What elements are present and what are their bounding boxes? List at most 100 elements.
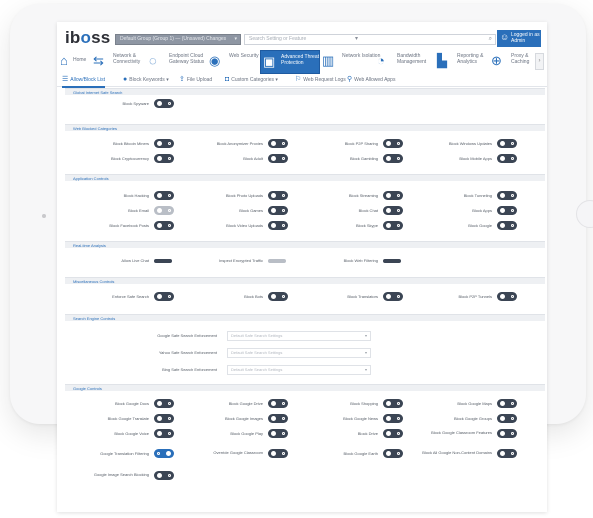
search-scope-dropdown[interactable]: ▾ <box>355 35 358 44</box>
setting-label: Block Google Earth <box>343 451 378 456</box>
toggle-switch[interactable] <box>383 221 403 230</box>
toggle-switch[interactable] <box>497 154 517 163</box>
setting-label: Block Tunneling <box>463 193 492 198</box>
safe-search-select[interactable]: Default Safe Search Settings ▾ <box>227 331 371 341</box>
select-placeholder: Default Safe Search Settings <box>231 367 283 372</box>
search-placeholder: Search Setting or Feature <box>249 36 307 42</box>
toggle-switch[interactable] <box>497 449 517 458</box>
toggle-switch[interactable] <box>383 154 403 163</box>
setting-label: Block Skype <box>355 223 378 228</box>
toggle-switch[interactable] <box>268 399 288 408</box>
setting-label: Block Chat <box>358 208 378 213</box>
toggle-switch[interactable] <box>497 399 517 408</box>
module-home[interactable]: ⌂ Home <box>60 50 88 72</box>
app-icon: ⚲ <box>347 76 353 83</box>
search-input[interactable]: Search Setting or Feature ▾ ⌕ <box>244 34 496 45</box>
tab-label: Custom Categories ▾ <box>231 77 278 83</box>
setting-label: Block Shopping <box>350 401 378 406</box>
module-scroll-button[interactable]: › <box>535 53 544 70</box>
module-proxy[interactable]: ⊕ Proxy & Caching <box>491 50 533 72</box>
toggle-switch[interactable] <box>383 191 403 200</box>
toggle-switch[interactable] <box>268 449 288 458</box>
tab-label: File Upload <box>186 77 213 83</box>
setting-label: Block Google Maps <box>457 401 492 406</box>
toggle-switch[interactable] <box>383 449 403 458</box>
toggle-switch[interactable] <box>154 221 174 230</box>
tab-allow-block-list[interactable]: ☰ Allow/Block List <box>62 76 106 88</box>
setting-label: Block Google Classroom Features <box>431 430 492 435</box>
setting-label: Google Translation Filtering <box>100 451 149 456</box>
chevron-down-icon: ▾ <box>364 367 367 372</box>
tab-web-request-logs[interactable]: ⚐ Web Request Logs <box>295 76 346 86</box>
toggle-switch[interactable] <box>268 221 288 230</box>
toggle-switch[interactable] <box>268 292 288 301</box>
toggle-switch[interactable] <box>268 191 288 200</box>
safe-search-select[interactable]: Default Safe Search Settings ▾ <box>227 365 371 375</box>
toggle-switch[interactable] <box>154 99 174 108</box>
tab-custom-categories[interactable]: ◘ Custom Categories ▾ <box>225 76 278 86</box>
toggle-switch[interactable] <box>497 292 517 301</box>
setting-label: Block Windows Updates <box>448 141 492 146</box>
toggle-switch[interactable] <box>268 154 288 163</box>
setting-label: Block Video Uploads <box>226 223 263 228</box>
toggle-switch[interactable] <box>497 414 517 423</box>
slider-toggle[interactable] <box>383 259 401 263</box>
setting-label: Block Google Play <box>230 431 263 436</box>
toggle-switch[interactable] <box>268 414 288 423</box>
setting-label: Block All Google Non-Content Domains <box>422 450 492 455</box>
setting-label: Block Spyware <box>122 101 149 106</box>
setting-label: Block Google Translate <box>107 416 149 421</box>
toggle-switch[interactable] <box>268 206 288 215</box>
upload-icon: ⇪ <box>179 76 185 83</box>
setting-label: Block Google Drive <box>228 401 263 406</box>
tab-web-allowed-apps[interactable]: ⚲ Web Allowed Apps <box>347 76 395 86</box>
toggle-switch[interactable] <box>154 191 174 200</box>
toggle-switch[interactable] <box>268 139 288 148</box>
toggle-switch[interactable] <box>497 429 517 438</box>
chart-icon: ▙ <box>437 53 447 68</box>
isolation-icon: ▥ <box>322 53 335 68</box>
shield-icon: ◉ <box>209 53 221 68</box>
setting-label: Yahoo Safe Search Enforcement <box>158 350 217 355</box>
group-select[interactable]: Default Group (Group 1) — (Unsaved) Chan… <box>115 34 241 45</box>
tab-label: Web Request Logs <box>303 77 346 83</box>
key-icon: ● <box>123 76 128 83</box>
section-header: Google Controls <box>65 384 545 391</box>
toggle-switch[interactable] <box>383 292 403 301</box>
search-icon[interactable]: ⌕ <box>489 35 492 44</box>
module-web-security[interactable]: ◉ Web Security <box>209 50 259 72</box>
toggle-switch[interactable] <box>154 292 174 301</box>
toggle-switch[interactable] <box>154 154 174 163</box>
toggle-switch[interactable] <box>383 399 403 408</box>
module-threat-protection[interactable]: ▣ Advanced Threat Protection <box>260 50 320 74</box>
toggle-switch[interactable] <box>497 139 517 148</box>
module-gateway[interactable]: ◌ Endpoint Cloud Gateway Status <box>149 50 207 72</box>
user-menu-button[interactable]: ☺ Logged in as Admin <box>497 30 541 47</box>
slider-toggle[interactable] <box>154 259 172 263</box>
toggle-switch[interactable] <box>154 471 174 480</box>
tab-block-keywords[interactable]: ● Block Keywords ▾ <box>123 76 169 86</box>
module-bar: ⌂ Home ⇆ Network & Connectivity ◌ Endpoi… <box>57 50 547 74</box>
toggle-switch[interactable] <box>154 429 174 438</box>
module-bandwidth[interactable]: ◔ Bandwidth Management <box>377 50 435 72</box>
toggle-switch[interactable] <box>154 139 174 148</box>
toggle-switch[interactable] <box>154 449 174 458</box>
toggle-switch[interactable] <box>154 399 174 408</box>
toggle-switch[interactable] <box>154 414 174 423</box>
toggle-switch[interactable] <box>497 206 517 215</box>
module-reporting[interactable]: ▙ Reporting & Analytics <box>437 50 489 72</box>
setting-label: Block Facebook Posts <box>109 223 149 228</box>
tab-file-upload[interactable]: ⇪ File Upload <box>179 76 212 86</box>
toggle-switch[interactable] <box>383 206 403 215</box>
toggle-switch[interactable] <box>154 206 174 215</box>
safe-search-select[interactable]: Default Safe Search Settings ▾ <box>227 348 371 358</box>
slider-toggle[interactable] <box>268 259 286 263</box>
toggle-switch[interactable] <box>268 429 288 438</box>
toggle-switch[interactable] <box>383 139 403 148</box>
toggle-switch[interactable] <box>497 191 517 200</box>
toggle-switch[interactable] <box>497 221 517 230</box>
module-network[interactable]: ⇆ Network & Connectivity <box>93 50 145 72</box>
toggle-switch[interactable] <box>383 429 403 438</box>
module-isolation[interactable]: ▥ Network Isolation <box>322 50 380 72</box>
toggle-switch[interactable] <box>383 414 403 423</box>
